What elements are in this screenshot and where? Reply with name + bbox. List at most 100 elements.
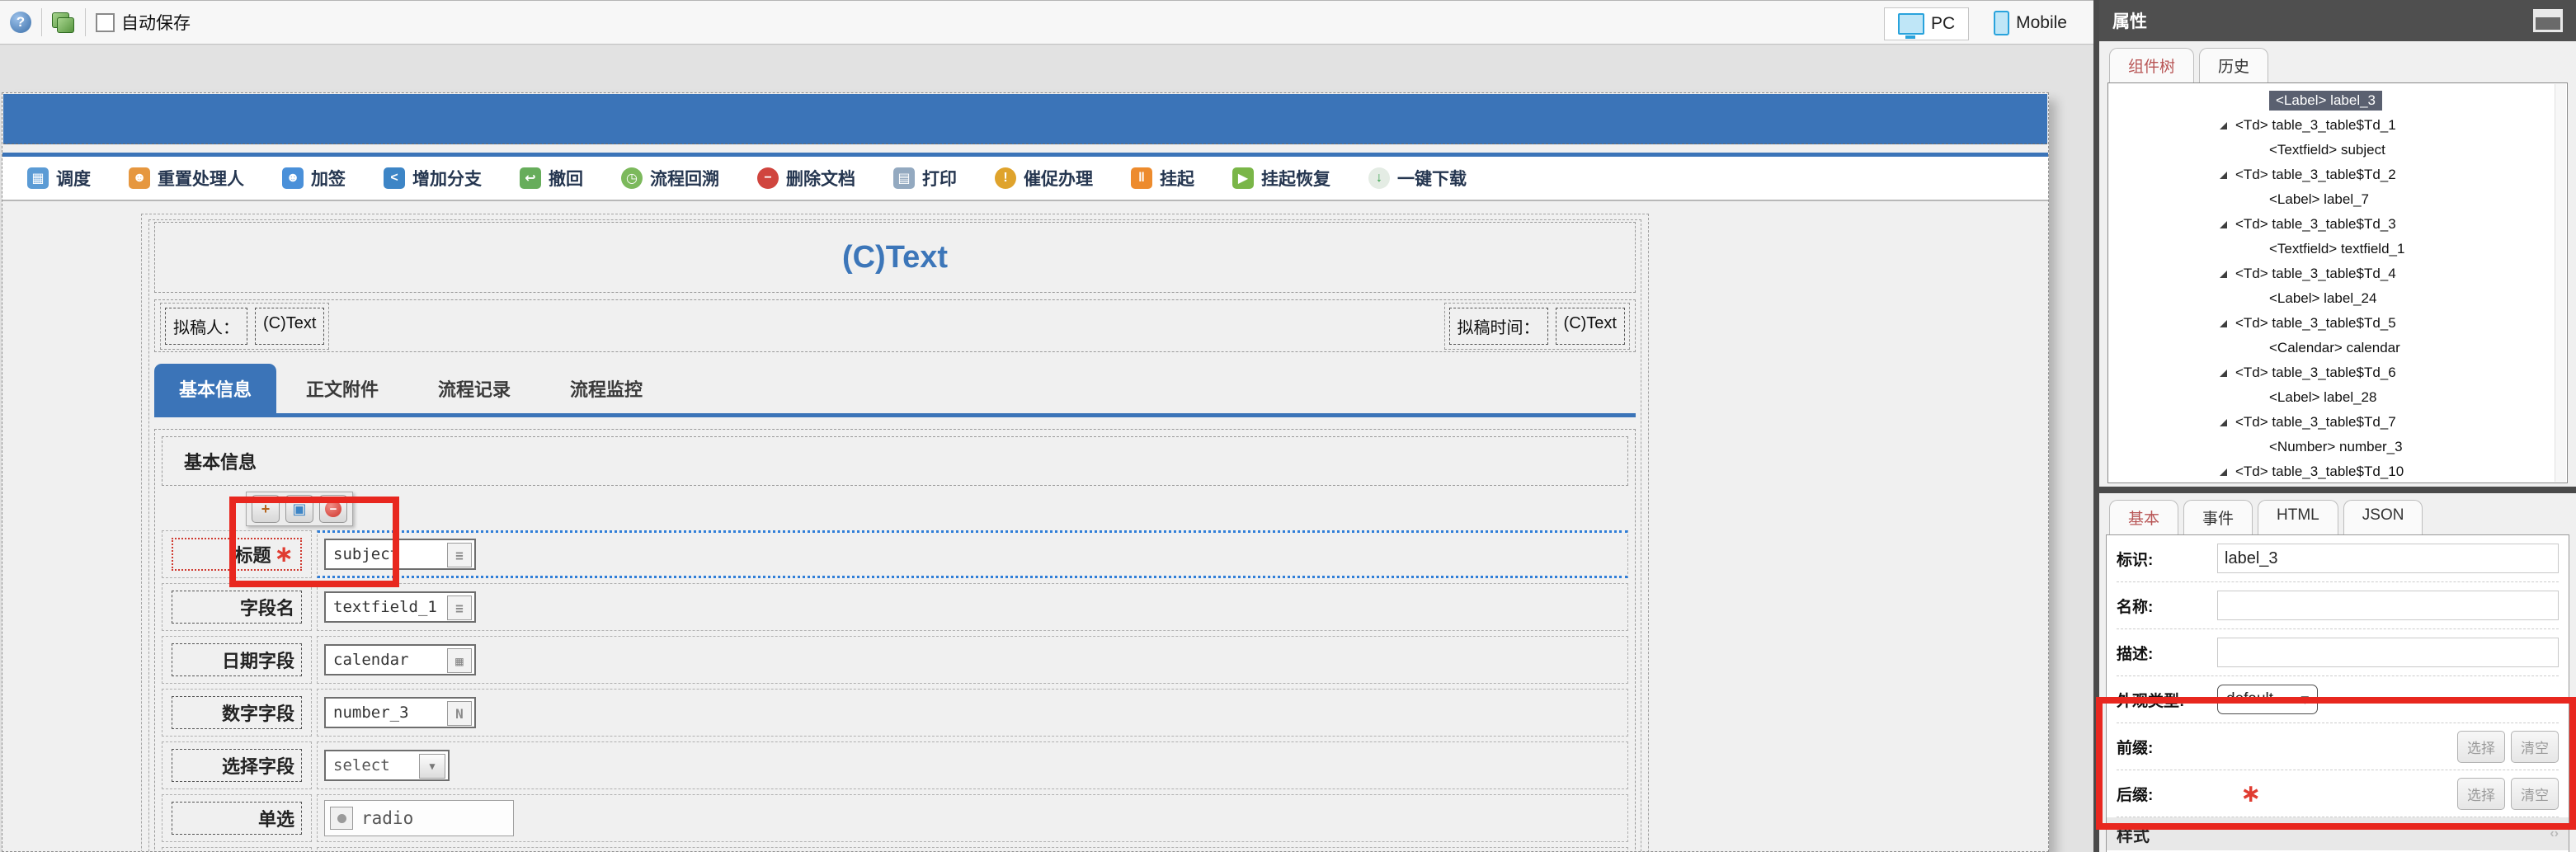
tree-expand-icon[interactable] xyxy=(2220,319,2227,327)
field-cell[interactable]: textfield_1 ≡ xyxy=(317,583,1628,631)
suffix-select-button[interactable]: 选择 xyxy=(2457,777,2505,810)
tree-expand-icon[interactable] xyxy=(2220,468,2227,476)
radio-button-icon[interactable] xyxy=(330,807,353,830)
tree-node[interactable]: <Calendar> calendar xyxy=(2108,336,2567,360)
tab-事件[interactable]: 事件 xyxy=(2183,500,2253,534)
field-label[interactable]: 标题 ∗ xyxy=(172,538,302,571)
field-cell[interactable]: select ▼ xyxy=(317,741,1628,789)
mini-copy-icon[interactable]: ▣ xyxy=(285,495,313,523)
tree-node[interactable]: <Label> label_24 xyxy=(2108,286,2567,311)
draft-time-value[interactable]: (C)Text xyxy=(1555,307,1625,345)
prefix-select-button[interactable]: 选择 xyxy=(2457,730,2505,763)
tree-node[interactable]: <Td> table_3_table$Td_1 xyxy=(2108,113,2567,138)
mini-add-node-icon[interactable]: + xyxy=(252,495,280,523)
label-cell[interactable]: 单选 xyxy=(162,794,312,842)
field-cell[interactable]: number_3 N xyxy=(317,689,1628,737)
tree-node[interactable]: <Number> number_3 xyxy=(2108,435,2567,459)
tree-node[interactable]: <Td> table_3_table$Td_5 xyxy=(2108,311,2567,336)
date-field[interactable]: calendar ▦ xyxy=(324,644,476,675)
panel-header: 属性 xyxy=(2099,0,2576,41)
wf-button-countersign[interactable]: ☻ 加签 xyxy=(282,166,346,191)
text-field[interactable]: subject ≡ xyxy=(324,539,476,570)
field-label[interactable]: 日期字段 xyxy=(172,643,302,676)
tree-node[interactable]: <Label> label_3 xyxy=(2108,88,2567,113)
tab-组件树[interactable]: 组件树 xyxy=(2109,48,2195,82)
tree-node[interactable]: <Textfield> subject xyxy=(2108,138,2567,162)
tree-expand-icon[interactable] xyxy=(2220,418,2227,426)
tree-expand-icon[interactable] xyxy=(2220,220,2227,228)
drafter-value[interactable]: (C)Text xyxy=(255,307,325,345)
field-label[interactable]: 选择字段 xyxy=(172,749,302,782)
mini-remove-icon[interactable]: − xyxy=(319,495,347,523)
tree-node[interactable]: <Td> table_3_table$Td_6 xyxy=(2108,360,2567,385)
form-tab-3[interactable]: 流程记录 xyxy=(408,364,540,413)
label-cell[interactable]: 日期字段 xyxy=(162,636,312,684)
field-label[interactable]: 数字字段 xyxy=(172,696,302,729)
tree-node[interactable]: <Td> table_3_table$Td_3 xyxy=(2108,212,2567,237)
field-cell[interactable] xyxy=(317,847,1628,851)
autosave-checkbox[interactable] xyxy=(96,12,115,32)
field-cell[interactable]: radio xyxy=(317,794,1628,842)
wf-button-download[interactable]: ↓ 一键下载 xyxy=(1368,166,1467,191)
wf-button-suspend[interactable]: ‖ 挂起 xyxy=(1131,166,1194,191)
tree-node[interactable]: <Td> table_3_table$Td_10 xyxy=(2108,459,2567,482)
form-tab-1[interactable]: 基本信息 xyxy=(154,364,277,413)
form-tab-4[interactable]: 流程监控 xyxy=(540,364,672,413)
id-input[interactable] xyxy=(2217,544,2559,573)
pc-mode-button[interactable]: PC xyxy=(1883,7,1970,40)
tree-node[interactable]: <Label> label_7 xyxy=(2108,187,2567,212)
label-cell[interactable]: 字段名 xyxy=(162,583,312,631)
tree-node[interactable]: <Label> label_28 xyxy=(2108,385,2567,410)
suffix-clear-button[interactable]: 清空 xyxy=(2511,777,2559,810)
label-cell[interactable] xyxy=(162,847,312,851)
label-cell[interactable]: 标题 ∗ xyxy=(162,530,312,578)
tree-expand-icon[interactable] xyxy=(2220,171,2227,179)
field-cell[interactable]: subject ≡ xyxy=(317,530,1628,578)
wf-button-schedule[interactable]: ▦ 调度 xyxy=(27,166,91,191)
appearance-select[interactable]: default ▾ xyxy=(2217,685,2318,714)
wf-button-add-branch[interactable]: < 增加分支 xyxy=(384,166,482,191)
wf-button-withdraw[interactable]: ↩ 撤回 xyxy=(520,166,583,191)
tree-node[interactable]: <Td> table_3_table$Td_4 xyxy=(2108,261,2567,286)
maximize-icon[interactable] xyxy=(2533,9,2563,32)
tree-expand-icon[interactable] xyxy=(2220,121,2227,129)
tab-基本[interactable]: 基本 xyxy=(2109,500,2179,534)
reset-handler-icon: ☻ xyxy=(129,167,150,189)
field-cell[interactable]: calendar ▦ xyxy=(317,636,1628,684)
wf-button-resume[interactable]: ▶ 挂起恢复 xyxy=(1232,166,1330,191)
wf-button-reset-handler[interactable]: ☻ 重置处理人 xyxy=(129,166,244,191)
style-section-header[interactable]: 样式 ‹› xyxy=(2107,817,2569,850)
wf-button-flow-backtrack[interactable]: ◷ 流程回溯 xyxy=(621,166,719,191)
radio-field[interactable]: radio xyxy=(324,800,514,836)
desc-input[interactable] xyxy=(2217,638,2559,667)
form-row-4: 数字字段 number_3 N xyxy=(162,689,1628,737)
tree-scrollbar[interactable] xyxy=(2555,84,2566,482)
wf-button-print[interactable]: ▤ 打印 xyxy=(893,166,957,191)
wf-button-urge-bell[interactable]: ! 催促办理 xyxy=(995,166,1093,191)
tab-HTML[interactable]: HTML xyxy=(2258,500,2338,534)
select-field[interactable]: select ▼ xyxy=(324,750,450,781)
label-cell[interactable]: 数字字段 xyxy=(162,689,312,737)
text-field[interactable]: textfield_1 ≡ xyxy=(324,591,476,623)
tree-node[interactable]: <Textfield> textfield_1 xyxy=(2108,237,2567,261)
tree-node-label: <Label> label_28 xyxy=(2269,389,2377,405)
label-cell[interactable]: 选择字段 xyxy=(162,741,312,789)
save-layers-icon[interactable] xyxy=(52,11,75,34)
form-tab-2[interactable]: 正文附件 xyxy=(276,364,408,413)
tree-node[interactable]: <Td> table_3_table$Td_2 xyxy=(2108,162,2567,187)
name-input[interactable] xyxy=(2217,591,2559,620)
field-label[interactable]: 单选 xyxy=(172,802,302,835)
tree-node[interactable]: <Td> table_3_table$Td_7 xyxy=(2108,410,2567,435)
panel-splitter[interactable] xyxy=(2099,487,2576,493)
wf-button-delete-document[interactable]: − 删除文档 xyxy=(757,166,855,191)
dropdown-arrow-icon[interactable]: ▼ xyxy=(419,754,445,779)
tree-expand-icon[interactable] xyxy=(2220,369,2227,377)
tab-JSON[interactable]: JSON xyxy=(2343,500,2423,534)
number-field[interactable]: number_3 N xyxy=(324,697,476,728)
help-icon[interactable]: ? xyxy=(10,12,31,33)
tab-历史[interactable]: 历史 xyxy=(2199,48,2269,82)
mobile-mode-button[interactable]: Mobile xyxy=(1980,7,2080,39)
tree-expand-icon[interactable] xyxy=(2220,270,2227,278)
field-label[interactable]: 字段名 xyxy=(172,591,302,624)
prefix-clear-button[interactable]: 清空 xyxy=(2511,730,2559,763)
